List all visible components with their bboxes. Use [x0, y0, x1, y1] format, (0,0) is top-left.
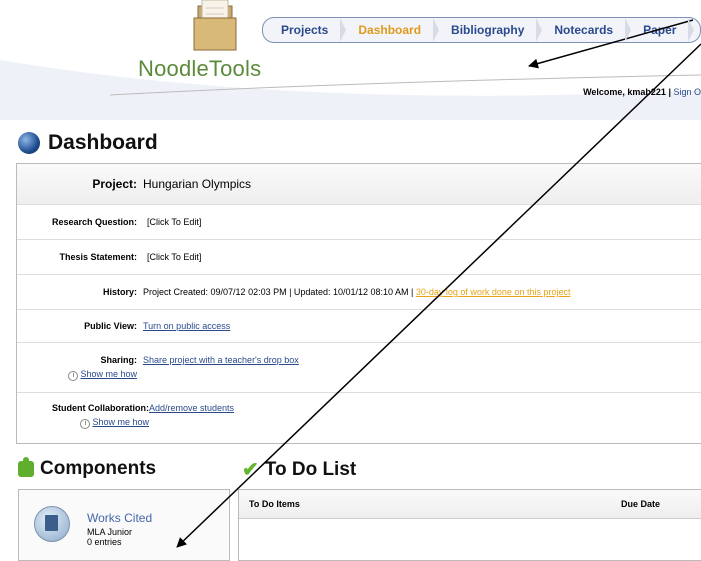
- sharing-row: Sharing: i Show me how Share project with…: [17, 343, 701, 393]
- collab-show-me-how[interactable]: i Show me how: [17, 417, 149, 429]
- sharing-value: Share project with a teacher's drop box: [143, 355, 299, 392]
- logo-text[interactable]: NoodleTools: [138, 56, 261, 82]
- sign-out-link[interactable]: Sign O: [673, 87, 701, 97]
- todo-heading: ✔ To Do List: [242, 457, 356, 482]
- puzzle-icon: [18, 457, 34, 477]
- show-me-how-link[interactable]: Show me how: [92, 417, 149, 427]
- checkmark-icon: ✔: [242, 459, 259, 481]
- history-value: Project Created: 09/07/12 02:03 PM | Upd…: [143, 287, 570, 297]
- entry-count: 0 entries: [87, 537, 122, 547]
- col-todo-items[interactable]: To Do Items: [239, 499, 621, 509]
- share-dropbox-link[interactable]: Share project with a teacher's drop box: [143, 355, 299, 365]
- collab-label: Student Collaboration:: [52, 403, 149, 413]
- show-me-how-link[interactable]: Show me how: [80, 369, 137, 379]
- noodletools-logo-icon: [193, 0, 237, 51]
- works-cited-card[interactable]: Works Cited MLA Junior 0 entries: [18, 489, 230, 561]
- info-icon: i: [80, 419, 91, 429]
- components-heading: Components: [18, 457, 157, 480]
- todo-header-row: To Do Items Due Date: [239, 490, 701, 519]
- sharing-show-me-how[interactable]: i Show me how: [17, 369, 137, 381]
- components-title: Components: [40, 458, 157, 479]
- tab-projects[interactable]: Projects: [263, 18, 347, 42]
- info-icon: i: [68, 371, 79, 381]
- collaboration-row: Student Collaboration: i Show me how Add/…: [17, 393, 701, 443]
- public-view-label: Public View:: [84, 321, 137, 331]
- tab-paper[interactable]: Paper: [625, 18, 695, 42]
- dashboard-heading: Dashboard: [18, 131, 158, 155]
- works-cited-title[interactable]: Works Cited: [87, 511, 152, 525]
- page-title: Dashboard: [48, 131, 158, 154]
- sharing-label-cell: Sharing: i Show me how: [17, 355, 143, 392]
- history-text: Project Created: 09/07/12 02:03 PM | Upd…: [143, 287, 414, 297]
- welcome-bar: Welcome, kmab221 | Sign O: [583, 87, 701, 97]
- thesis-value[interactable]: [Click To Edit]: [143, 252, 201, 262]
- research-row: Research Question: [Click To Edit]: [17, 205, 701, 240]
- todo-table: To Do Items Due Date: [238, 489, 701, 561]
- history-row: History: Project Created: 09/07/12 02:03…: [17, 275, 701, 310]
- add-remove-students-link[interactable]: Add/remove students: [149, 403, 234, 413]
- main-nav: Projects Dashboard Bibliography Notecard…: [262, 17, 701, 43]
- history-label: History:: [102, 287, 137, 297]
- project-value[interactable]: Hungarian Olympics: [143, 177, 251, 191]
- works-cited-meta: MLA Junior 0 entries: [87, 527, 132, 547]
- tab-bibliography[interactable]: Bibliography: [433, 18, 543, 42]
- public-view-row: Public View: Turn on public access: [17, 310, 701, 343]
- bibliography-icon: [34, 506, 70, 542]
- collab-value: Add/remove students: [149, 403, 234, 443]
- tab-notecards[interactable]: Notecards: [536, 18, 631, 42]
- citation-style: MLA Junior: [87, 527, 133, 537]
- globe-icon: [18, 132, 40, 154]
- public-access-link[interactable]: Turn on public access: [143, 321, 230, 331]
- research-label: Research Question:: [51, 217, 137, 227]
- todo-title: To Do List: [264, 458, 357, 480]
- col-due-date[interactable]: Due Date: [621, 499, 701, 509]
- project-details-table: Project: Hungarian Olympics Research Que…: [16, 163, 701, 444]
- thesis-row: Thesis Statement: [Click To Edit]: [17, 240, 701, 275]
- history-log-link[interactable]: 30-day log of work done on this project: [416, 287, 571, 297]
- app-header: NoodleTools Projects Dashboard Bibliogra…: [0, 0, 701, 120]
- sharing-label: Sharing:: [100, 355, 137, 365]
- collab-label-cell: Student Collaboration: i Show me how: [17, 403, 149, 443]
- project-row: Project: Hungarian Olympics: [17, 164, 701, 205]
- tab-dashboard[interactable]: Dashboard: [340, 18, 439, 42]
- thesis-label: Thesis Statement:: [59, 252, 137, 262]
- project-label: Project:: [92, 177, 137, 191]
- research-value[interactable]: [Click To Edit]: [143, 217, 201, 227]
- public-view-value: Turn on public access: [143, 321, 230, 331]
- welcome-text: Welcome, kmab221: [583, 87, 666, 97]
